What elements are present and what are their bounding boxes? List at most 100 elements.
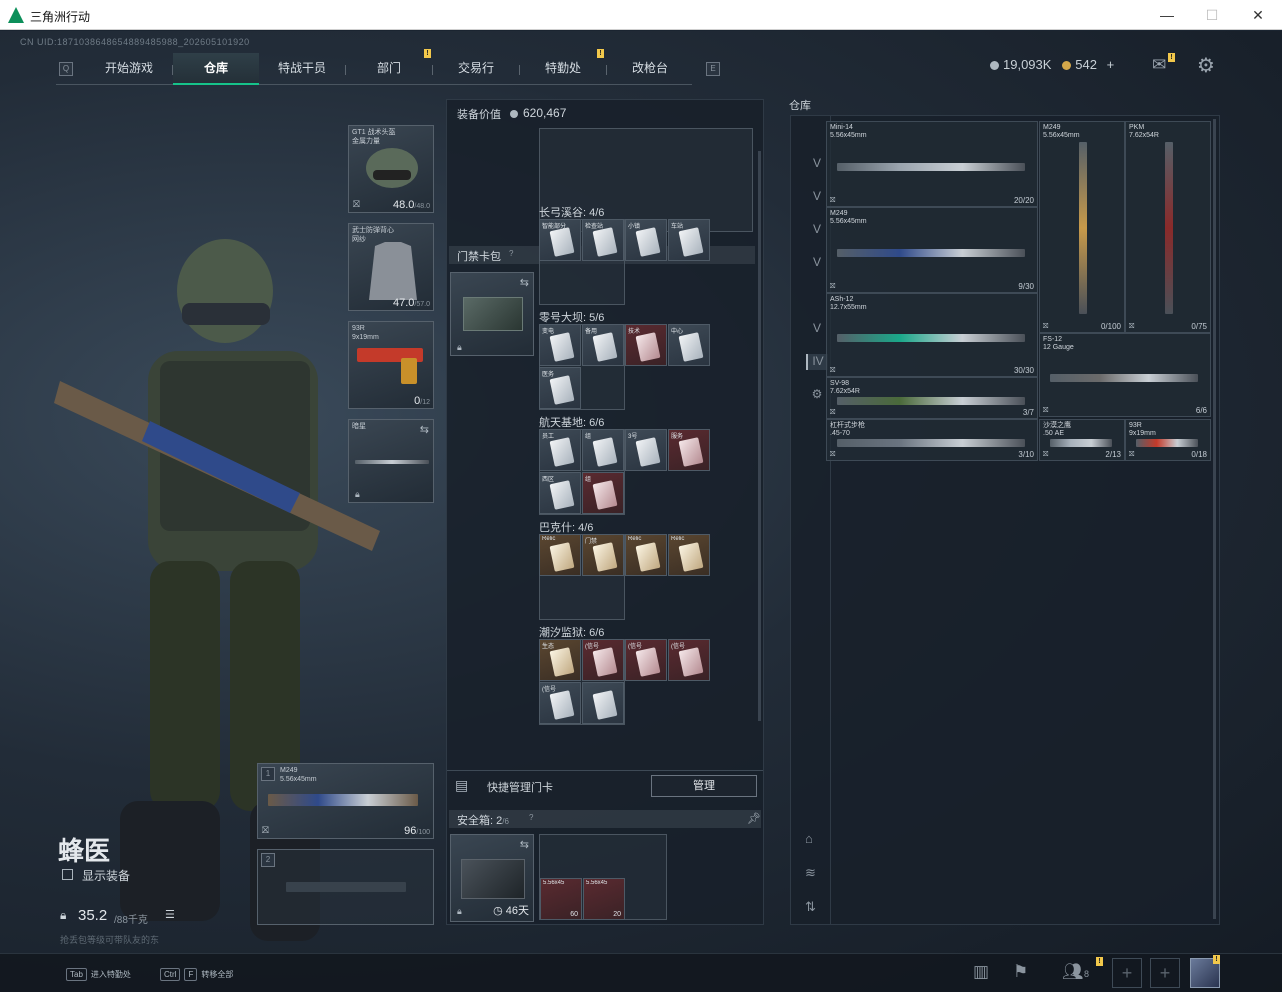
weapon-item[interactable]: ASh-12 12.7x55mm 30/30 ⛝ (826, 293, 1038, 377)
keycard-item[interactable]: 生态 (539, 639, 581, 681)
keycard-item[interactable]: 智能部分 (539, 219, 581, 261)
helmet-tab[interactable] (806, 123, 828, 139)
pistol-slot[interactable]: 93R 9x19mm 0/12 (348, 321, 434, 409)
melee-slot[interactable]: 暗星 ⇆ 🔒︎ (348, 419, 434, 503)
ammo-tab[interactable]: V (806, 255, 828, 271)
weapon-item[interactable]: Mini-14 5.56x45mm 20/20 ⛝ (826, 121, 1038, 207)
tab-warehouse[interactable]: 仓库 (173, 53, 259, 85)
tab-next-key[interactable]: E (706, 62, 720, 76)
backpack-scrollbar[interactable] (758, 151, 761, 721)
weapon-icon (1165, 142, 1173, 314)
unequip-icon: ⛝ (1043, 323, 1049, 330)
silver-coin-icon (990, 61, 999, 70)
keycard-item[interactable]: 3号 (625, 429, 667, 471)
bag-tab[interactable]: V (806, 222, 828, 238)
keycard-item[interactable]: Relic (539, 534, 581, 576)
keycard-item[interactable]: 备用 (582, 324, 624, 366)
weight-detail-icon[interactable]: ☰ (165, 908, 175, 921)
armor-tab[interactable]: V (806, 156, 828, 172)
weapon-item[interactable]: 沙漠之鹰 .50 AE 2/13 ⛝ (1039, 419, 1125, 461)
invite-slot-button[interactable]: + (1150, 958, 1180, 988)
safebox-slot[interactable]: ⇆ 🔒︎ ◷ 46天 (450, 834, 534, 922)
tab-trade[interactable]: 交易行 (433, 53, 519, 85)
swap-icon[interactable]: ⇆ (520, 276, 529, 289)
weapon-ammo-count: 3/7 (1022, 408, 1034, 417)
weapon-item[interactable]: PKM 7.62x54R 0/75 ⛝ (1125, 121, 1211, 333)
keycard-item[interactable]: 医务 (539, 367, 581, 409)
melee-label: 暗星 (352, 423, 366, 430)
primary-weapon-slot[interactable]: 1 M249 5.56x45mm ⛝ 96/100 (257, 763, 434, 839)
keycard-item[interactable]: 检查站 (582, 219, 624, 261)
tab-shortcut[interactable]: Tab 进入特勤处 (66, 968, 131, 981)
armor-slot[interactable]: 武士防弹背心 网纱 47.0/57.0 (348, 223, 434, 311)
swap-icon[interactable]: ⇆ (520, 838, 529, 851)
show-equipment-checkbox[interactable] (62, 869, 73, 880)
unequip-icon: ⛝ (1043, 407, 1049, 414)
weapon-item[interactable]: 93R 9x19mm 0/18 ⛝ (1125, 419, 1211, 461)
tab-department[interactable]: 部门 (346, 53, 432, 85)
keycard-item[interactable]: 车站 (668, 219, 710, 261)
tab-operators[interactable]: 特战干员 (259, 53, 345, 85)
keycard-item[interactable]: Relic (625, 534, 667, 576)
keycard-item[interactable]: (信号 (539, 682, 581, 724)
weapon-item[interactable]: M249 5.56x45mm 0/100 ⛝ (1039, 121, 1125, 333)
keycard-icon (592, 647, 618, 677)
keycard-item[interactable]: 小镇 (625, 219, 667, 261)
tab-gunsmith[interactable]: 改枪台 (607, 53, 693, 85)
keycard-item[interactable]: 技术 (625, 324, 667, 366)
keycard-icon (678, 227, 704, 257)
invite-slot-button[interactable]: + (1112, 958, 1142, 988)
misc-tab[interactable]: V (806, 321, 828, 337)
settings-gear-icon[interactable]: ⚙ (1197, 53, 1215, 78)
add-currency-button[interactable]: + (1107, 57, 1115, 72)
friends-icon[interactable]: 👥︎ (1062, 962, 1084, 982)
weapon-tab[interactable]: IV (806, 354, 828, 370)
stats-icon[interactable]: ▥ (973, 962, 989, 982)
manage-button[interactable]: 管理 (651, 775, 757, 797)
keycard-item[interactable]: (信号 (625, 639, 667, 681)
keycard-item[interactable]: 组 (582, 429, 624, 471)
maximize-button[interactable]: ☐ (1189, 4, 1235, 26)
keycard-item[interactable] (582, 682, 624, 724)
mod-tab[interactable] (806, 288, 828, 304)
mail-icon[interactable]: ✉ (1152, 55, 1166, 75)
keycard-item[interactable]: 组 (582, 472, 624, 514)
friends-count: 8 (1084, 969, 1090, 979)
slot-number: 2 (261, 853, 275, 867)
keycard-item[interactable]: (信号 (668, 639, 710, 681)
keycard-item[interactable]: 西区 (539, 472, 581, 514)
keycard-item[interactable]: 中心 (668, 324, 710, 366)
settings-tab[interactable]: ⚙ (806, 387, 828, 403)
warehouse-info-icon[interactable]: ⌂ (805, 831, 813, 846)
layers-icon[interactable]: ≋ (805, 865, 816, 881)
keycard-item[interactable]: 变电 (539, 324, 581, 366)
tab-special-ops[interactable]: 特勤处 (520, 53, 606, 85)
ammo-item[interactable]: 5.56x45 60 (540, 878, 582, 920)
pin-icon[interactable]: 📌︎ (747, 812, 761, 825)
transfer-all-shortcut[interactable]: Ctrl F 转移全部 (160, 968, 233, 981)
secondary-weapon-slot[interactable]: 2 (257, 849, 434, 925)
keycard-item[interactable]: Relic (668, 534, 710, 576)
weapon-item[interactable]: 杠杆式步枪 .45-70 3/10 ⛝ (826, 419, 1038, 461)
close-button[interactable]: ✕ (1235, 4, 1281, 26)
swap-icon[interactable]: ⇆ (420, 423, 429, 436)
flag-icon[interactable]: ⚑ (1013, 962, 1028, 982)
helmet-slot[interactable]: GT1 战术头盔 金属力量 ⛝ 48.0/48.0 (348, 125, 434, 213)
weapon-item[interactable]: M249 5.56x45mm 9/30 ⛝ (826, 207, 1038, 293)
tab-prev-key[interactable]: Q (59, 62, 73, 76)
minimize-button[interactable]: — (1144, 4, 1190, 26)
help-icon[interactable]: ? (529, 813, 533, 822)
keycard-item[interactable]: (信号 (582, 639, 624, 681)
tab-start-game[interactable]: 开始游戏 (86, 53, 172, 85)
keycard-item[interactable]: 门禁 (582, 534, 624, 576)
weapon-item[interactable]: SV-98 7.62x54R 3/7 ⛝ (826, 377, 1038, 419)
keycard-item[interactable]: 员工 (539, 429, 581, 471)
warehouse-scrollbar[interactable] (1213, 119, 1216, 919)
rig-tab[interactable]: V (806, 189, 828, 205)
ammo-item[interactable]: 5.56x45 20 (583, 878, 625, 920)
keycard-case-slot[interactable]: ⇆ 🔒︎ (450, 272, 534, 356)
help-icon[interactable]: ? (509, 249, 513, 258)
sort-icon[interactable]: ⇅ (805, 899, 816, 915)
keycard-item[interactable]: 服务 (668, 429, 710, 471)
weapon-item[interactable]: FS-12 12 Gauge 6/6 ⛝ (1039, 333, 1211, 417)
